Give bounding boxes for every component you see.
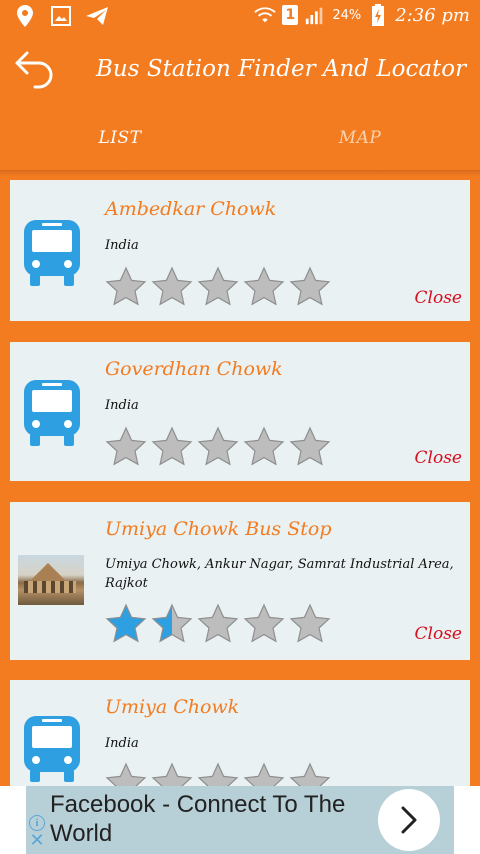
close-button[interactable]: Close xyxy=(415,448,462,468)
battery-charging-icon xyxy=(367,4,389,26)
station-address: India xyxy=(105,238,139,253)
star-empty-icon[interactable] xyxy=(151,266,193,308)
image-icon xyxy=(50,5,72,27)
send-icon xyxy=(86,5,108,27)
bus-icon xyxy=(24,380,80,446)
clock: 2:36 pm xyxy=(395,4,470,26)
list-item[interactable]: Umiya Chowk India xyxy=(10,680,470,786)
signal-icon xyxy=(304,4,326,26)
tab-bar: LIST MAP xyxy=(0,106,480,170)
station-name: Umiya Chowk Bus Stop xyxy=(105,518,332,540)
star-empty-icon[interactable] xyxy=(105,426,147,468)
star-half-icon[interactable] xyxy=(151,603,193,645)
chevron-right-icon xyxy=(401,806,417,834)
close-button[interactable]: Close xyxy=(415,288,462,308)
star-empty-icon[interactable] xyxy=(105,266,147,308)
wifi-icon xyxy=(254,4,277,26)
info-icon[interactable]: i xyxy=(29,815,45,831)
rating-stars[interactable] xyxy=(105,762,331,786)
star-empty-icon[interactable] xyxy=(289,426,331,468)
rating-stars[interactable] xyxy=(105,426,331,468)
star-empty-icon[interactable] xyxy=(197,603,239,645)
station-address: India xyxy=(105,736,139,751)
star-empty-icon[interactable] xyxy=(243,426,285,468)
back-button[interactable] xyxy=(12,46,58,92)
list-item[interactable]: Ambedkar Chowk India Close xyxy=(10,180,470,321)
close-button[interactable]: Close xyxy=(415,624,462,644)
station-address: Umiya Chowk, Ankur Nagar, Samrat Industr… xyxy=(105,557,454,591)
station-name: Ambedkar Chowk xyxy=(105,198,277,220)
ad-margin-right xyxy=(454,786,480,854)
star-empty-icon[interactable] xyxy=(289,266,331,308)
star-empty-icon[interactable] xyxy=(197,266,239,308)
ad-margin-left xyxy=(0,786,26,854)
ad-text[interactable]: Facebook - Connect To The World xyxy=(50,790,380,848)
rating-stars[interactable] xyxy=(105,266,331,308)
status-bar: 1 24% 2:36 pm xyxy=(0,0,480,34)
star-empty-icon[interactable] xyxy=(243,762,285,786)
tab-list[interactable]: LIST xyxy=(0,106,240,170)
battery-percent: 24% xyxy=(332,7,362,23)
star-empty-icon[interactable] xyxy=(243,266,285,308)
app-bar: Bus Station Finder And Locator xyxy=(0,34,480,106)
bus-icon xyxy=(24,716,80,782)
star-empty-icon[interactable] xyxy=(197,762,239,786)
page-title: Bus Station Finder And Locator xyxy=(96,56,467,82)
star-empty-icon[interactable] xyxy=(197,426,239,468)
station-photo xyxy=(18,555,84,605)
star-empty-icon[interactable] xyxy=(289,603,331,645)
close-icon[interactable]: ✕ xyxy=(29,832,45,850)
list-item[interactable]: Umiya Chowk Bus Stop Umiya Chowk, Ankur … xyxy=(10,502,470,660)
star-empty-icon[interactable] xyxy=(151,426,193,468)
bus-icon xyxy=(24,220,80,286)
station-name: Umiya Chowk xyxy=(105,696,240,718)
list-item[interactable]: Goverdhan Chowk India Close xyxy=(10,342,470,481)
star-empty-icon[interactable] xyxy=(151,762,193,786)
station-name: Goverdhan Chowk xyxy=(105,358,283,380)
tab-map[interactable]: MAP xyxy=(240,106,480,170)
location-icon xyxy=(14,5,36,27)
star-filled-icon[interactable] xyxy=(105,603,147,645)
station-list: Ambedkar Chowk India Close Goverdhan Cho… xyxy=(0,176,480,786)
star-empty-icon[interactable] xyxy=(243,603,285,645)
star-empty-icon[interactable] xyxy=(105,762,147,786)
back-arrow-icon xyxy=(15,51,53,89)
ad-open-button[interactable] xyxy=(378,789,440,851)
ad-banner[interactable]: i ✕ Facebook - Connect To The World xyxy=(26,786,454,854)
star-empty-icon[interactable] xyxy=(289,762,331,786)
station-address: India xyxy=(105,398,139,413)
sim-badge: 1 xyxy=(282,5,299,25)
rating-stars[interactable] xyxy=(105,603,331,645)
